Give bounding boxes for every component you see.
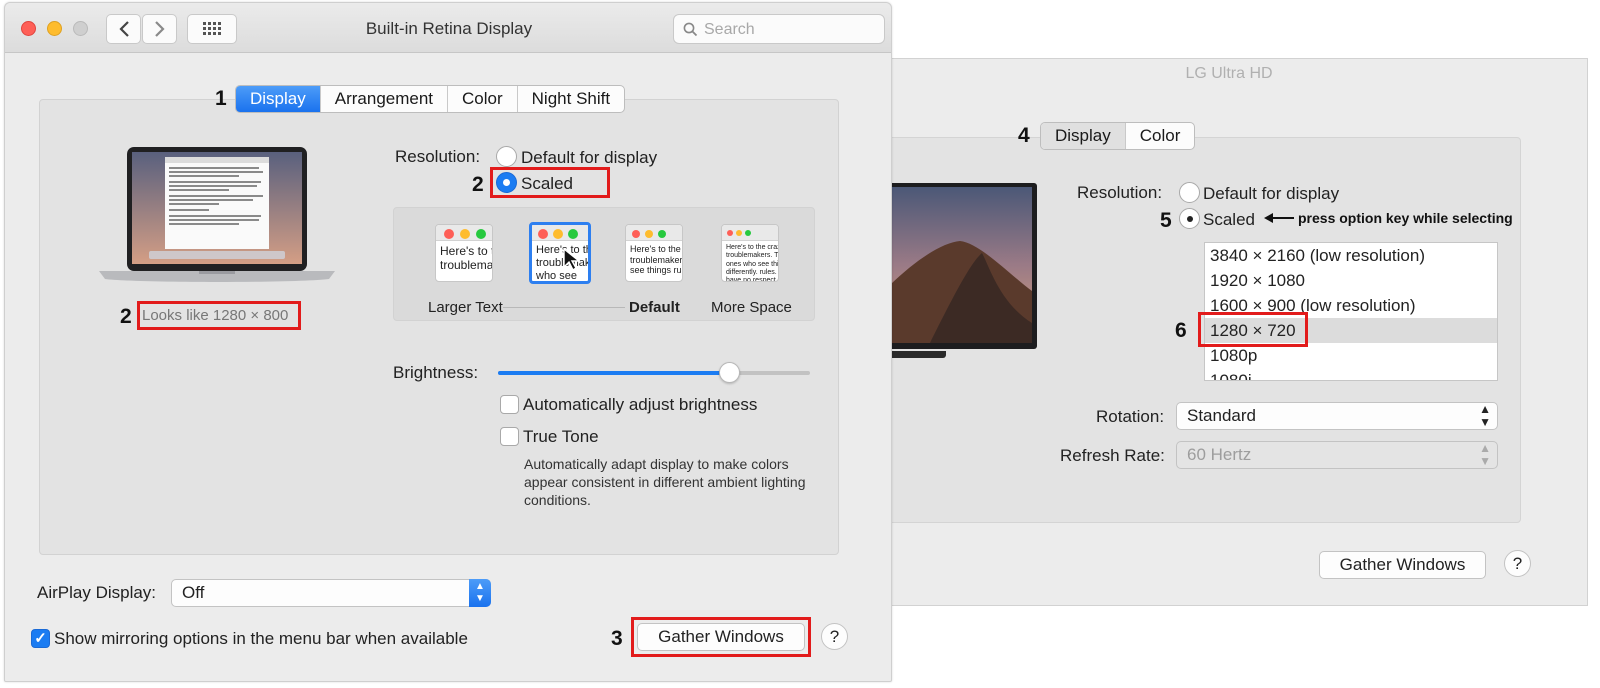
step-number: 2: [120, 305, 132, 328]
external-monitor-image: [870, 183, 1038, 349]
chevron-right-icon: [154, 21, 165, 37]
tab-color[interactable]: Color: [1126, 123, 1195, 149]
rotation-value: Standard: [1187, 406, 1256, 425]
scaled-label: Scaled: [1203, 210, 1255, 229]
arrow-left-icon: [1264, 211, 1294, 225]
default-for-display-label: Default for display: [521, 148, 658, 167]
scale-option-larger-text[interactable]: Here's to the crazy ones. troublemakers.: [435, 224, 493, 282]
rotation-label: Rotation:: [1096, 407, 1165, 426]
grid-icon: [203, 22, 221, 35]
forward-button[interactable]: [142, 14, 177, 44]
tab-color[interactable]: Color: [448, 86, 518, 112]
refresh-rate-value: 60 Hertz: [1187, 445, 1252, 464]
scale-label-more-space: More Space: [711, 299, 792, 316]
back-button[interactable]: [106, 14, 141, 44]
resolution-label: Resolution:: [395, 147, 481, 166]
tab-arrangement[interactable]: Arrangement: [321, 86, 449, 112]
scale-preview-text: Here's to the crazy ones. troublemakers.…: [630, 244, 683, 276]
zoom-window-button[interactable]: [73, 21, 88, 36]
list-item[interactable]: 1920 × 1080: [1205, 268, 1497, 293]
airplay-display-value: Off: [182, 583, 205, 602]
true-tone-label: True Tone: [523, 427, 599, 446]
radio-default-for-display[interactable]: [496, 146, 517, 167]
scaled-label: Scaled: [521, 174, 573, 193]
chevron-left-icon: [118, 21, 129, 37]
gather-windows-button[interactable]: Gather Windows: [1319, 551, 1486, 579]
scale-label-default: Default: [629, 299, 680, 316]
radio-scaled[interactable]: [496, 172, 517, 193]
rotation-select[interactable]: Standard ▲ ▼: [1176, 402, 1498, 430]
minimize-window-button[interactable]: [47, 21, 62, 36]
show-mirroring-checkbox[interactable]: ✓: [31, 629, 50, 648]
default-for-display-label: Default for display: [1203, 184, 1340, 203]
looks-like-resolution: Looks like 1280 × 800: [142, 307, 289, 324]
airplay-display-select[interactable]: Off ▲ ▼: [171, 579, 491, 607]
tab-bar: Display Arrangement Color Night Shift: [235, 85, 626, 113]
brightness-slider[interactable]: [498, 362, 810, 383]
airplay-display-label: AirPlay Display:: [37, 583, 157, 602]
help-button[interactable]: ?: [821, 623, 848, 650]
scale-option-default[interactable]: Here's to the crazy ones. troublemakers.…: [625, 224, 683, 282]
search-field[interactable]: Search: [673, 14, 885, 44]
tab-display[interactable]: Display: [1041, 123, 1126, 149]
brightness-label: Brightness:: [393, 363, 479, 382]
search-placeholder: Search: [704, 21, 755, 38]
built-in-display-window: Built-in Retina Display Search 1 Display…: [4, 2, 892, 682]
scale-preview-text: Here's to the crazy ones. troublemakers.: [440, 244, 493, 273]
refresh-rate-select[interactable]: 60 Hertz ▲ ▼: [1176, 441, 1498, 469]
laptop-image: [99, 145, 335, 287]
window-title: LG Ultra HD: [1185, 65, 1273, 82]
chevron-up-down-icon: ▲ ▼: [469, 579, 491, 607]
scale-preview-text: Here's to the crazy ones. troublemakers.…: [726, 244, 779, 282]
annotation-note: press option key while selecting: [1298, 210, 1513, 226]
annotation-highlight-box: [1198, 312, 1308, 347]
step-number: 2: [472, 173, 484, 196]
list-item[interactable]: 1080i: [1205, 368, 1497, 380]
gather-windows-button[interactable]: Gather Windows: [637, 623, 805, 651]
step-number: 3: [611, 627, 623, 650]
radio-scaled[interactable]: [1179, 208, 1200, 229]
refresh-rate-label: Refresh Rate:: [1060, 446, 1165, 465]
window-title: Built-in Retina Display: [365, 19, 533, 38]
close-window-button[interactable]: [21, 21, 36, 36]
mouse-pointer-icon: [562, 247, 582, 272]
resolution-label: Resolution:: [1077, 183, 1163, 202]
radio-default-for-display[interactable]: [1179, 182, 1200, 203]
help-button[interactable]: ?: [1504, 550, 1531, 577]
true-tone-checkbox[interactable]: [500, 427, 519, 446]
step-number: 4: [1018, 124, 1030, 147]
tab-bar: Display Color: [1040, 122, 1196, 150]
show-mirroring-label: Show mirroring options in the menu bar w…: [54, 629, 468, 648]
brightness-fill: [498, 371, 729, 375]
tab-night-shift[interactable]: Night Shift: [518, 86, 624, 112]
show-all-button[interactable]: [187, 14, 237, 44]
true-tone-description: Automatically adapt display to make colo…: [524, 456, 806, 508]
chevron-up-down-icon: ▲ ▼: [1479, 441, 1491, 468]
auto-brightness-label: Automatically adjust brightness: [523, 395, 758, 414]
search-icon: [683, 22, 698, 37]
chevron-up-down-icon: ▲ ▼: [1479, 402, 1491, 429]
scale-label-larger-text: Larger Text: [428, 299, 503, 316]
brightness-slider-knob[interactable]: [718, 362, 740, 383]
auto-brightness-checkbox[interactable]: [500, 395, 519, 414]
scale-track-divider: [503, 307, 625, 308]
step-number: 5: [1160, 209, 1172, 232]
scale-option-more-space[interactable]: Here's to the crazy ones. troublemakers.…: [721, 224, 779, 282]
step-number: 6: [1175, 319, 1187, 342]
step-number: 1: [215, 87, 227, 110]
tab-display[interactable]: Display: [236, 86, 321, 112]
lg-ultra-hd-window: LG Ultra HD 4 Display Color Resolution: …: [870, 58, 1588, 606]
list-item[interactable]: 3840 × 2160 (low resolution): [1205, 243, 1497, 268]
